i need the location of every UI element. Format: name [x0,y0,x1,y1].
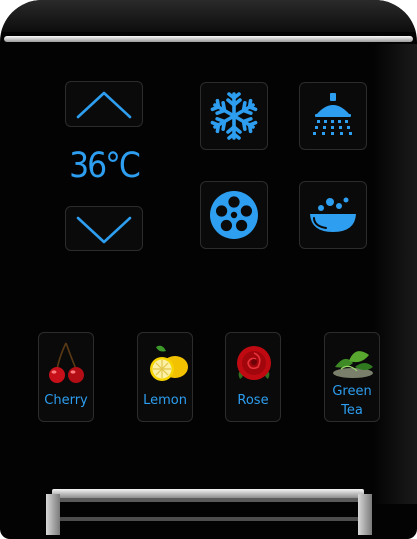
fragrance-green-tea-button[interactable]: Green Tea [324,332,380,422]
fragrance-rose-button[interactable]: Rose [225,332,281,422]
bath-mode-button[interactable] [299,181,367,249]
fragrance-label-line1: Green [332,384,372,399]
massage-mode-button[interactable] [200,181,268,249]
film-reel-icon [210,191,258,239]
shower-mode-button[interactable] [299,82,367,150]
lemon-icon [150,345,188,381]
green-tea-icon [333,351,373,378]
bathtub-icon [310,197,356,232]
chevron-down-icon [76,216,132,243]
temperature-readout: 36°C [69,146,141,186]
shower-head-icon [313,93,352,135]
chevron-up-icon [76,91,132,119]
temperature-up-button[interactable] [65,81,143,127]
fragrance-label: Rose [237,393,269,408]
rose-icon [237,346,271,380]
fragrance-cherry-button[interactable]: Cherry [38,332,94,422]
fragrance-label: Cherry [44,393,88,408]
fragrance-label-line2: Tea [341,403,363,418]
temperature-down-button[interactable] [65,206,143,251]
chrome-trim [4,36,413,42]
snowflake-icon [210,92,258,140]
cherry-icon [49,342,84,383]
side-shading [373,44,417,504]
fragrance-label: Lemon [143,393,187,408]
fragrance-lemon-button[interactable]: Lemon [137,332,193,422]
control-panel: 36°C Cherry Lemon Rose Green Tea [0,0,417,539]
cold-mode-button[interactable] [200,82,268,150]
top-band [0,0,417,32]
chrome-handle [46,489,372,535]
